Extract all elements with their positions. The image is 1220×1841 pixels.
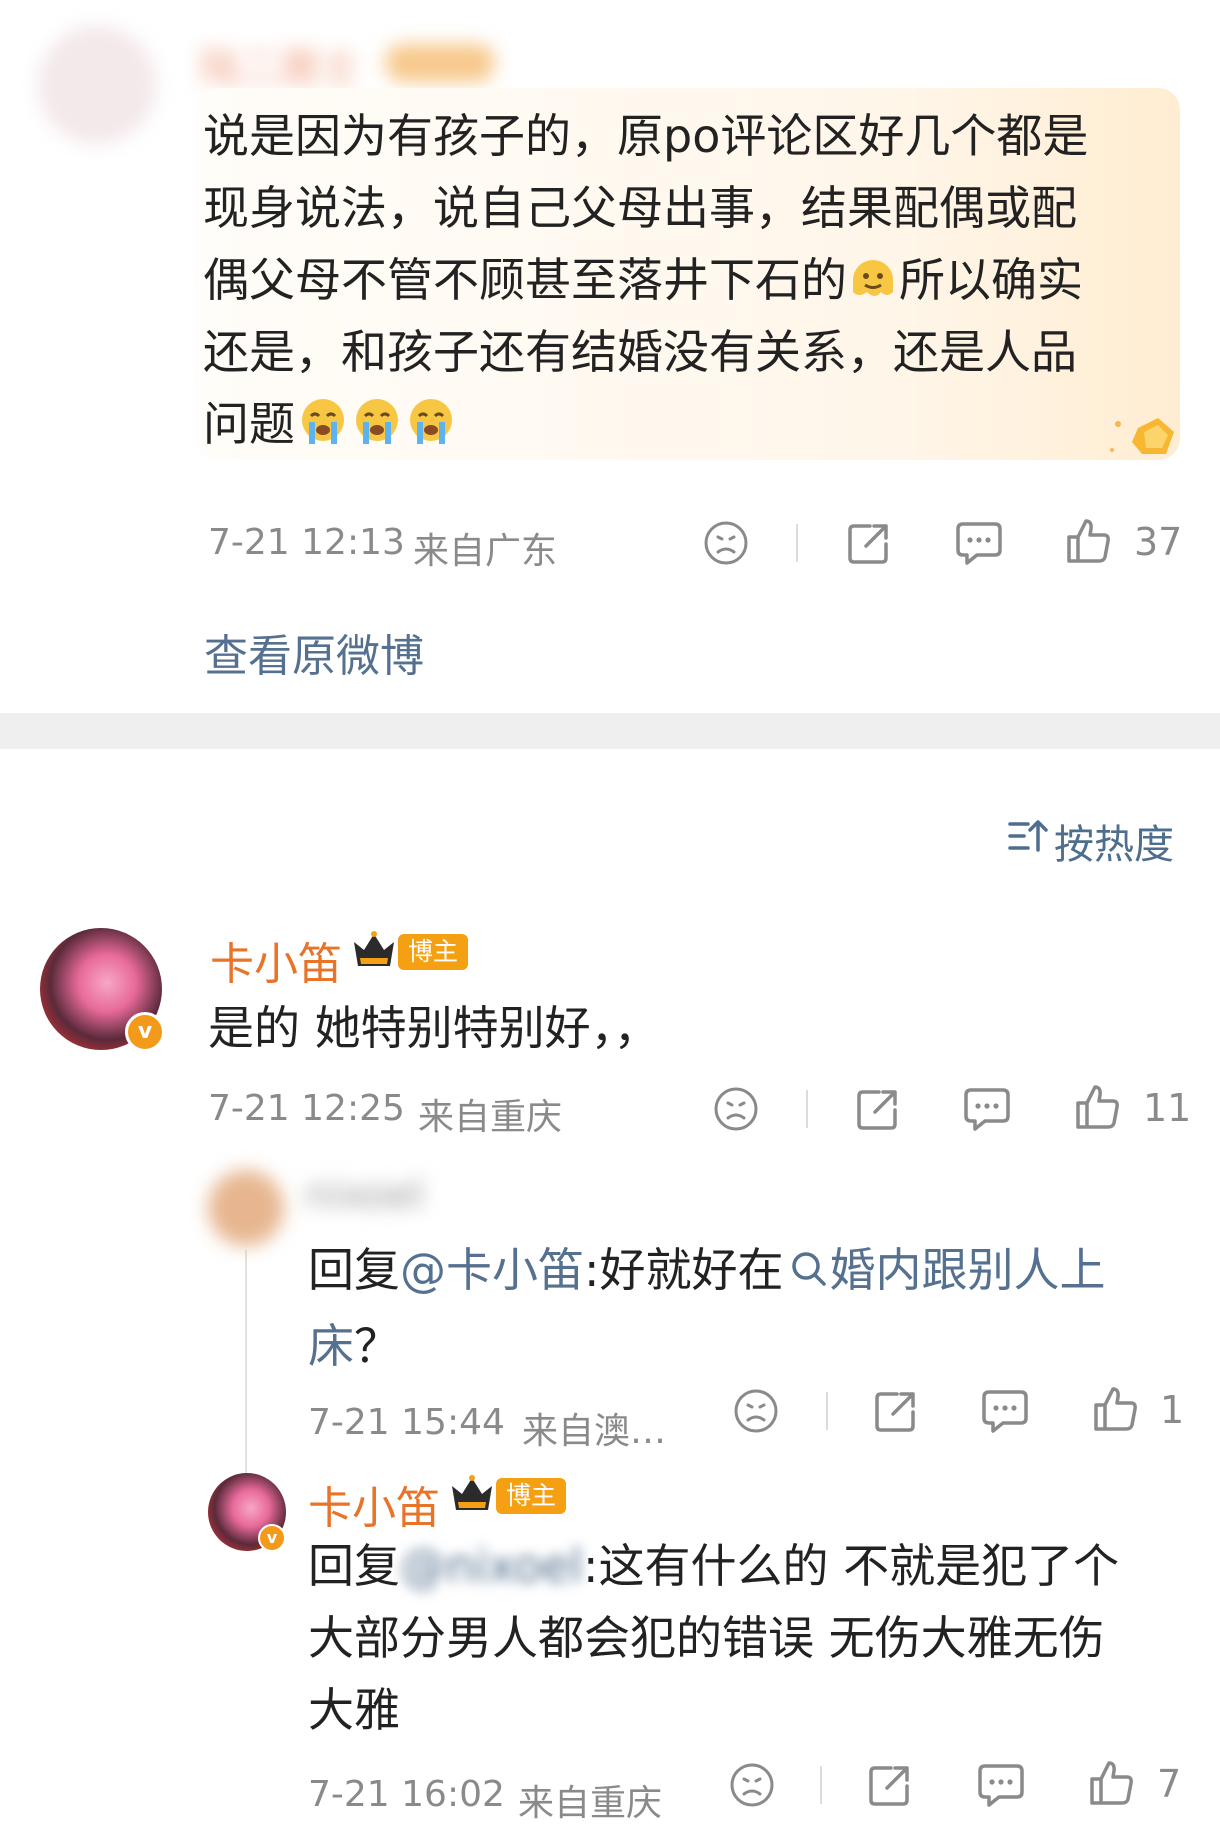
comment-icon[interactable] [977, 1762, 1025, 1808]
crown-icon [448, 1472, 496, 1516]
username[interactable]: 陆二居士 [200, 35, 360, 93]
sort-label[interactable]: 按热度 [1054, 812, 1174, 870]
verified-badge-icon: v [125, 1012, 165, 1052]
like-icon[interactable] [1065, 517, 1111, 565]
crying-emoji-icon [351, 396, 403, 448]
mention-link[interactable]: @nixoel [400, 1539, 583, 1593]
comment-line: 还是，和孩子还有结婚没有关系，还是人品 [203, 325, 1077, 379]
location: 来自澳… [522, 1411, 667, 1452]
melting-face-emoji-icon [847, 252, 899, 304]
comment-line: 说是因为有孩子的，原po评论区好几个都是 [203, 109, 1089, 163]
share-icon[interactable] [867, 1762, 913, 1808]
divider [796, 524, 798, 562]
blogger-badge: 博主 [496, 1478, 567, 1514]
dislike-icon[interactable] [713, 1086, 759, 1132]
comment-text: 是的 她特别特别好，， [208, 1001, 660, 1055]
reply-prefix: 回复 [308, 1539, 400, 1593]
search-icon[interactable] [790, 1250, 828, 1288]
topic-link[interactable]: 床 [308, 1319, 354, 1373]
reply-line: 回复@卡小笛:好就好在 婚内跟别人上 [308, 1232, 1188, 1308]
divider [826, 1392, 828, 1430]
like-count: 1 [1160, 1388, 1185, 1432]
like-count: 37 [1134, 520, 1183, 564]
dislike-icon[interactable] [729, 1762, 775, 1808]
crying-emoji-icon [297, 396, 349, 448]
thread-line [245, 1250, 247, 1500]
timestamp: 7-21 16:02 [308, 1774, 505, 1815]
timestamp: 7-21 15:44 [308, 1402, 505, 1443]
dislike-icon[interactable] [703, 520, 749, 566]
comment-line-part: 偶父母不管不顾甚至落井下石的 [203, 253, 847, 307]
divider [806, 1090, 808, 1128]
like-icon[interactable] [1088, 1759, 1134, 1807]
share-icon[interactable] [873, 1388, 919, 1434]
reply-prefix: 回复 [308, 1243, 400, 1297]
blogger-badge: 博主 [398, 934, 469, 970]
comment-icon[interactable] [955, 520, 1003, 566]
avatar[interactable] [208, 1170, 284, 1246]
reply-line: 大部分男人都会犯的错误 无伤大雅无伤 [308, 1611, 1105, 1665]
verified-badge-icon: v [258, 1524, 286, 1552]
comment-line: 现身说法，说自己父母出事，结果配偶或配 [203, 181, 1077, 235]
user-badge [385, 44, 495, 82]
topic-link[interactable]: 婚内跟别人上 [830, 1243, 1106, 1297]
username[interactable]: 卡小笛 [308, 1472, 440, 1536]
like-icon[interactable] [1092, 1385, 1138, 1433]
crown-icon [350, 928, 398, 972]
crying-emoji-icon [405, 396, 457, 448]
share-icon[interactable] [855, 1086, 901, 1132]
comment-line-part: 所以确实 [899, 253, 1083, 307]
reply-text-part: ？ [354, 1319, 400, 1373]
location: 来自重庆 [418, 1097, 563, 1138]
reply-text: 回复@nixoel:这有什么的 不就是犯了个 大部分男人都会犯的错误 无伤大雅无… [308, 1530, 1188, 1746]
share-icon[interactable] [846, 520, 892, 566]
mention-link[interactable]: @卡小笛 [400, 1243, 584, 1297]
like-count: 11 [1143, 1086, 1192, 1130]
location: 来自广东 [413, 531, 558, 572]
timestamp: 7-21 12:25 [208, 1088, 405, 1129]
comment-line-part: 问题 [203, 397, 295, 451]
reply-line: 床？ [308, 1308, 1188, 1384]
comment-text: 说是因为有孩子的，原po评论区好几个都是 现身说法，说自己父母出事，结果配偶或配… [203, 100, 1163, 460]
timestamp: 7-21 12:13 [208, 522, 405, 563]
username[interactable]: 卡小笛 [210, 928, 342, 992]
comment-line: 问题 [203, 388, 1163, 460]
sort-icon[interactable] [1008, 818, 1048, 854]
username[interactable]: nixoel [305, 1172, 424, 1218]
divider [820, 1766, 822, 1804]
dislike-icon[interactable] [733, 1388, 779, 1434]
avatar[interactable] [38, 26, 156, 144]
reply-text: 回复@卡小笛:好就好在 婚内跟别人上 床？ [308, 1232, 1188, 1384]
comment-icon[interactable] [981, 1388, 1029, 1434]
like-count: 7 [1157, 1762, 1182, 1806]
reply-line: 大雅 [308, 1683, 400, 1737]
section-divider [0, 713, 1220, 749]
reply-line: 回复@nixoel:这有什么的 不就是犯了个 [308, 1530, 1188, 1602]
reply-text-part: :好就好在 [584, 1243, 784, 1297]
view-original-link[interactable]: 查看原微博 [204, 620, 424, 684]
comment-icon[interactable] [963, 1086, 1011, 1132]
comment-line: 偶父母不管不顾甚至落井下石的 所以确实 [203, 244, 1163, 316]
like-icon[interactable] [1074, 1083, 1120, 1131]
location: 来自重庆 [518, 1783, 663, 1824]
reply-text-part: :这有什么的 不就是犯了个 [582, 1539, 1120, 1593]
